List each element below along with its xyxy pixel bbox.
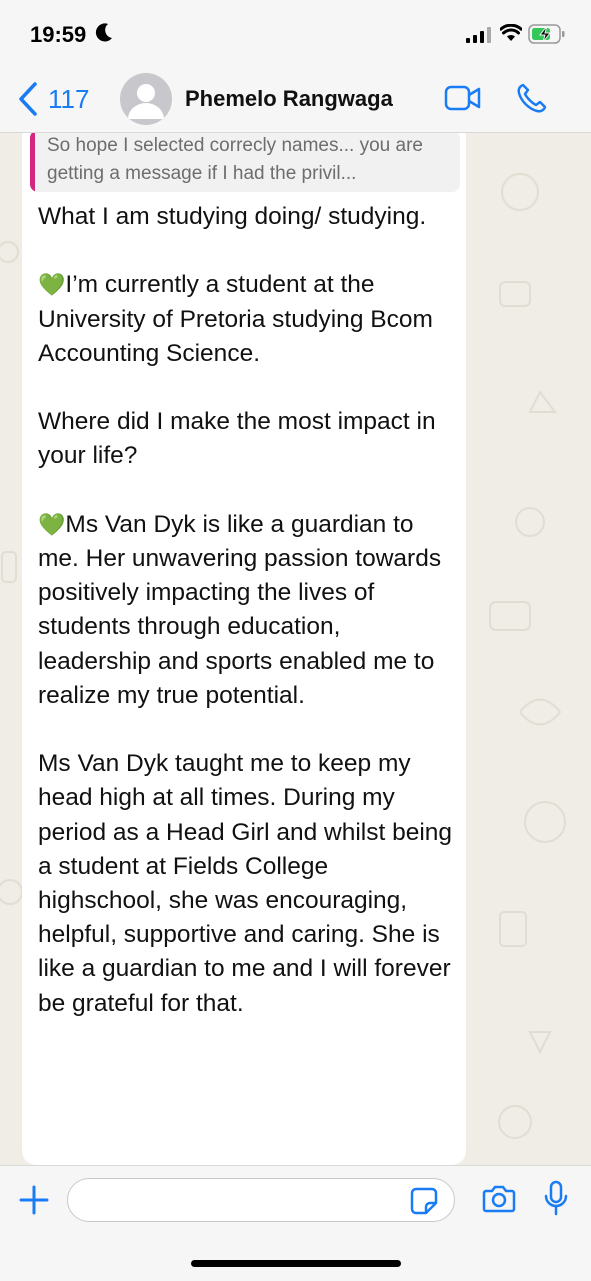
message-paragraph: 💚Ms Van Dyk is like a guardian to me. He… bbox=[38, 510, 448, 709]
plus-icon[interactable] bbox=[18, 1184, 50, 1216]
quoted-text: So hope I selected correcly names... you… bbox=[47, 135, 423, 184]
chat-area[interactable]: So hope I selected correcly names... you… bbox=[0, 132, 591, 1165]
message-paragraph: Ms Van Dyk taught me to keep my head hig… bbox=[38, 750, 459, 1017]
message-text: What I am studying doing/ studying. 💚I’m… bbox=[38, 200, 458, 1055]
microphone-icon[interactable] bbox=[543, 1180, 569, 1218]
person-icon bbox=[128, 84, 164, 119]
message-paragraph: Where did I make the most impact in your… bbox=[38, 408, 443, 470]
status-time: 19:59 bbox=[30, 22, 87, 47]
green-heart-emoji: 💚 bbox=[38, 272, 66, 298]
quoted-message[interactable]: So hope I selected correcly names... you… bbox=[30, 132, 460, 192]
sticker-icon[interactable] bbox=[410, 1187, 438, 1215]
phone-call-icon[interactable] bbox=[516, 82, 548, 114]
avatar[interactable] bbox=[120, 73, 172, 125]
camera-icon[interactable] bbox=[482, 1184, 516, 1214]
contact-name[interactable]: Phemelo Rangwaga bbox=[185, 86, 393, 112]
signal-icon bbox=[466, 27, 491, 43]
quote-accent-bar bbox=[30, 132, 35, 192]
top-bar: 19:59 117 Phemelo Rangwaga bbox=[0, 0, 591, 133]
green-heart-emoji: 💚 bbox=[38, 511, 66, 537]
home-indicator bbox=[191, 1260, 401, 1267]
message-paragraph: 💚I’m currently a student at the Universi… bbox=[38, 271, 439, 367]
video-call-icon[interactable] bbox=[444, 84, 482, 112]
unread-count: 117 bbox=[48, 83, 90, 114]
wifi-icon bbox=[500, 24, 522, 41]
message-paragraph: What I am studying doing/ studying. bbox=[38, 203, 427, 230]
moon-icon bbox=[95, 23, 112, 42]
back-button[interactable]: 117 bbox=[18, 82, 89, 116]
battery-charging-icon bbox=[528, 24, 565, 44]
chevron-left-icon bbox=[19, 82, 37, 116]
message-input[interactable] bbox=[67, 1178, 455, 1222]
message-bubble[interactable]: So hope I selected correcly names... you… bbox=[22, 132, 466, 1165]
